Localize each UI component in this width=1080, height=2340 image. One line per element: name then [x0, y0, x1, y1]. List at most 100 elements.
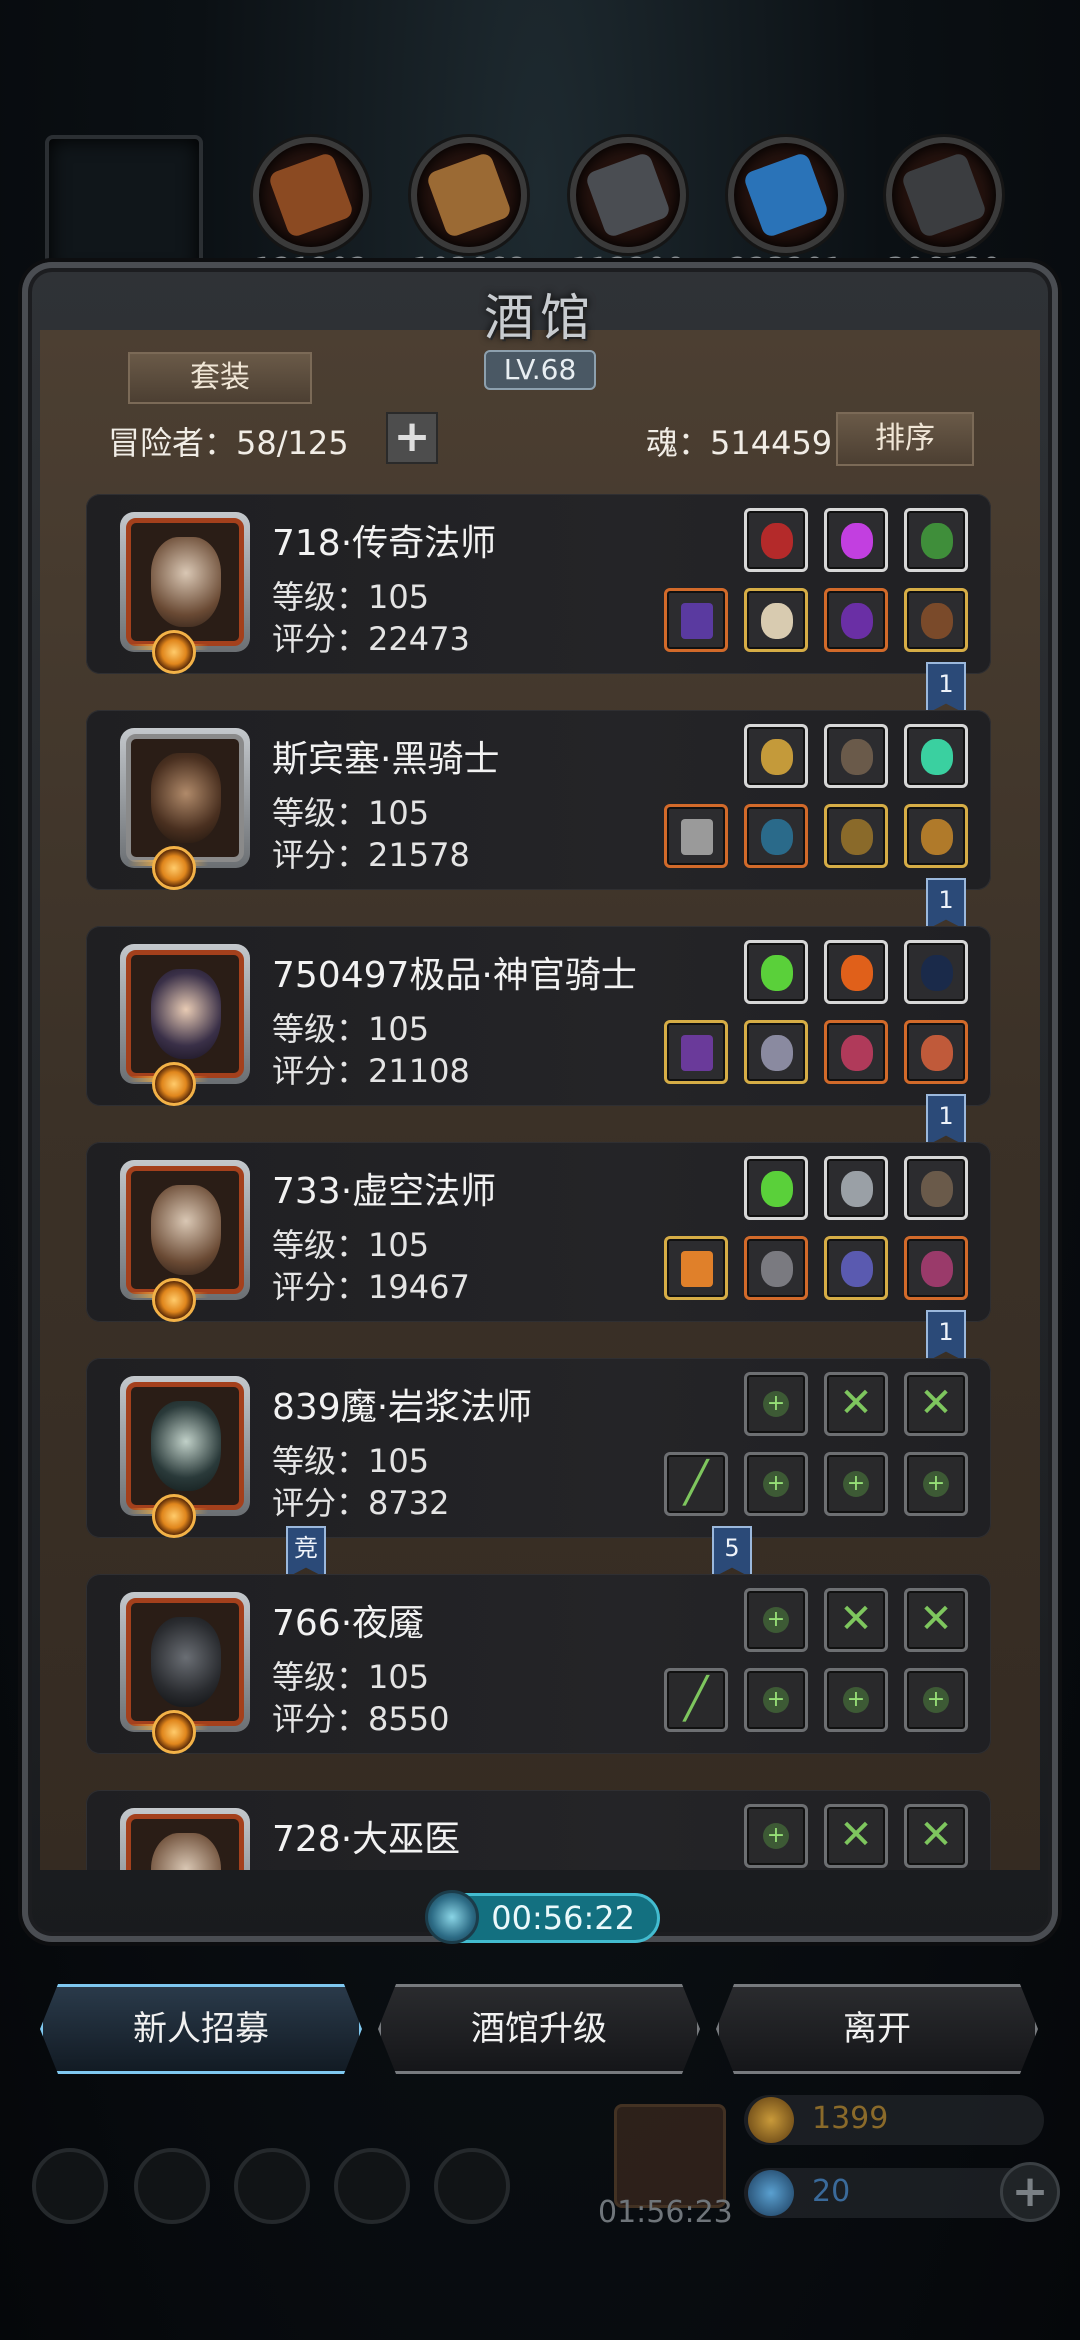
dagger-slot-icon[interactable]: [824, 1156, 888, 1220]
gold-currency: 1399: [744, 2095, 1044, 2145]
recruit-button[interactable]: 新人招募: [40, 1984, 362, 2074]
tavern-upgrade-button[interactable]: 酒馆升级: [378, 1984, 700, 2074]
refresh-timer-text: 00:56:22: [491, 1899, 635, 1937]
hero-card[interactable]: 718·传奇法师 等级：105 评分：22473: [86, 494, 991, 674]
sword-slot-icon[interactable]: [664, 804, 728, 868]
crystal-slot-icon[interactable]: [744, 1156, 808, 1220]
empty-ring-slot-icon[interactable]: +: [904, 1452, 968, 1516]
settings-nav-icon[interactable]: [32, 2148, 108, 2224]
building-nav-icon[interactable]: [234, 2148, 310, 2224]
hero-flag-badge: 1: [926, 662, 966, 714]
bow-slot-icon[interactable]: [904, 940, 968, 1004]
empty-crystal-slot-icon[interactable]: +: [744, 1804, 808, 1868]
chest-armor-slot-icon[interactable]: [744, 1236, 808, 1300]
empty-rune-slot-icon[interactable]: ✕: [824, 1588, 888, 1652]
helmet-slot-icon[interactable]: [744, 724, 808, 788]
rank-emblem-icon: [128, 846, 208, 890]
empty-weapon-slot-icon[interactable]: ╱: [664, 1668, 728, 1732]
gift-timer: 01:56:23: [598, 2195, 733, 2230]
empty-crystal-slot-icon[interactable]: +: [744, 1588, 808, 1652]
belt-slot-icon[interactable]: [904, 588, 968, 652]
empty-rune-slot-icon[interactable]: ✕: [824, 1372, 888, 1436]
robe-slot-icon[interactable]: [744, 588, 808, 652]
empty-rune-slot-icon[interactable]: ✕: [904, 1804, 968, 1868]
rank-emblem-icon: [128, 1710, 208, 1754]
hero-card[interactable]: 733·虚空法师 等级：105 评分：19467: [86, 1142, 991, 1322]
player-avatar-slot[interactable]: [45, 135, 203, 280]
empty-ring-slot-icon[interactable]: +: [824, 1668, 888, 1732]
leave-button[interactable]: 离开: [716, 1984, 1038, 2074]
gem-value: 20: [812, 2174, 851, 2209]
empty-rune-slot-icon[interactable]: ✕: [904, 1588, 968, 1652]
wand-slot-icon[interactable]: [824, 588, 888, 652]
empty-rune-slot-icon[interactable]: ✕: [904, 1372, 968, 1436]
gift-box-icon[interactable]: [614, 2104, 726, 2208]
hero-level: 等级：105: [272, 794, 430, 832]
hero-score: 评分：21108: [272, 1052, 470, 1090]
hero-list[interactable]: 718·传奇法师 等级：105 评分：22473 1 斯宾塞·黑骑士 等级：10…: [86, 490, 996, 1870]
hero-level: 等级：105: [272, 1226, 430, 1264]
stone-resource-icon[interactable]: [886, 137, 1002, 253]
hero-name: 733·虚空法师: [272, 1171, 497, 1212]
hero-card[interactable]: 766·夜魇 等级：105 评分：8550 + ✕ ✕ ╱ + + +: [86, 1574, 991, 1754]
ring-slot-icon[interactable]: [824, 804, 888, 868]
wand-slot-icon[interactable]: [824, 1236, 888, 1300]
hero-card[interactable]: 839魔·岩浆法师 等级：105 评分：8732 + ✕ ✕ ╱ + + +: [86, 1358, 991, 1538]
sort-button[interactable]: 排序: [836, 412, 974, 466]
empty-rune-slot-icon[interactable]: ✕: [824, 1804, 888, 1868]
rank-emblem-icon: [128, 1062, 208, 1106]
jade-slot-icon[interactable]: [904, 724, 968, 788]
empty-armor-slot-icon[interactable]: +: [744, 1452, 808, 1516]
hero-portrait: [120, 1808, 250, 1870]
empty-armor-slot-icon[interactable]: +: [744, 1668, 808, 1732]
mace-slot-icon[interactable]: [664, 1020, 728, 1084]
orb-slot-icon[interactable]: [824, 1020, 888, 1084]
plate-slot-icon[interactable]: [744, 1020, 808, 1084]
torch-staff-slot-icon[interactable]: [664, 1236, 728, 1300]
wood-resource-icon[interactable]: [411, 137, 527, 253]
empty-ring-slot-icon[interactable]: +: [904, 1668, 968, 1732]
crystal-slot-icon[interactable]: [744, 940, 808, 1004]
mail-nav-icon[interactable]: [334, 2148, 410, 2224]
staff-slot-icon[interactable]: [664, 588, 728, 652]
hero-flag-badge: 5: [712, 1526, 752, 1578]
empty-weapon-slot-icon[interactable]: ╱: [664, 1452, 728, 1516]
crystal-resource-icon[interactable]: [728, 137, 844, 253]
medal-slot-icon[interactable]: [904, 1020, 968, 1084]
shield-slot-icon[interactable]: [904, 804, 968, 868]
blue-gem-icon: [748, 2170, 794, 2216]
iron-resource-icon[interactable]: [570, 137, 686, 253]
hero-card[interactable]: 728·大巫医 + ✕ ✕: [86, 1790, 991, 1870]
hero-level: 等级：105: [272, 1442, 430, 1480]
gauntlet-slot-icon[interactable]: [904, 1156, 968, 1220]
gauntlet-slot-icon[interactable]: [824, 724, 888, 788]
map-nav-icon[interactable]: [434, 2148, 510, 2224]
hero-level: 等级：105: [272, 1010, 430, 1048]
hero-card[interactable]: 750497极品·神官骑士 等级：105 评分：21108: [86, 926, 991, 1106]
gem-currency: 20: [744, 2168, 1044, 2218]
lantern-slot-icon[interactable]: [904, 508, 968, 572]
amulet-slot-icon[interactable]: [744, 508, 808, 572]
empty-crystal-slot-icon[interactable]: +: [744, 1372, 808, 1436]
hero-name: 839魔·岩浆法师: [272, 1387, 533, 1428]
add-capacity-button[interactable]: +: [386, 412, 438, 464]
hero-nav-icon[interactable]: [134, 2148, 210, 2224]
add-currency-button[interactable]: +: [1000, 2162, 1060, 2222]
meat-resource-icon[interactable]: [253, 137, 369, 253]
armor-slot-icon[interactable]: [744, 804, 808, 868]
tavern-level-badge: LV.68: [484, 350, 596, 390]
tavern-title: 酒馆: [484, 289, 596, 347]
relic-slot-icon[interactable]: [904, 1236, 968, 1300]
leaf-slot-icon[interactable]: [824, 940, 888, 1004]
hero-level: 等级：105: [272, 1658, 430, 1696]
hero-card[interactable]: 斯宾塞·黑骑士 等级：105 评分：21578: [86, 710, 991, 890]
hero-name: 728·大巫医: [272, 1819, 461, 1860]
hero-score: 评分：21578: [272, 836, 470, 874]
gold-value: 1399: [812, 2101, 889, 2136]
suit-tab-button[interactable]: 套装: [128, 352, 312, 404]
hero-name: 718·传奇法师: [272, 523, 497, 564]
empty-ring-slot-icon[interactable]: +: [824, 1452, 888, 1516]
refresh-timer: 00:56:22: [425, 1890, 660, 1944]
hero-score: 评分：8732: [272, 1484, 450, 1522]
gem-slot-icon[interactable]: [824, 508, 888, 572]
